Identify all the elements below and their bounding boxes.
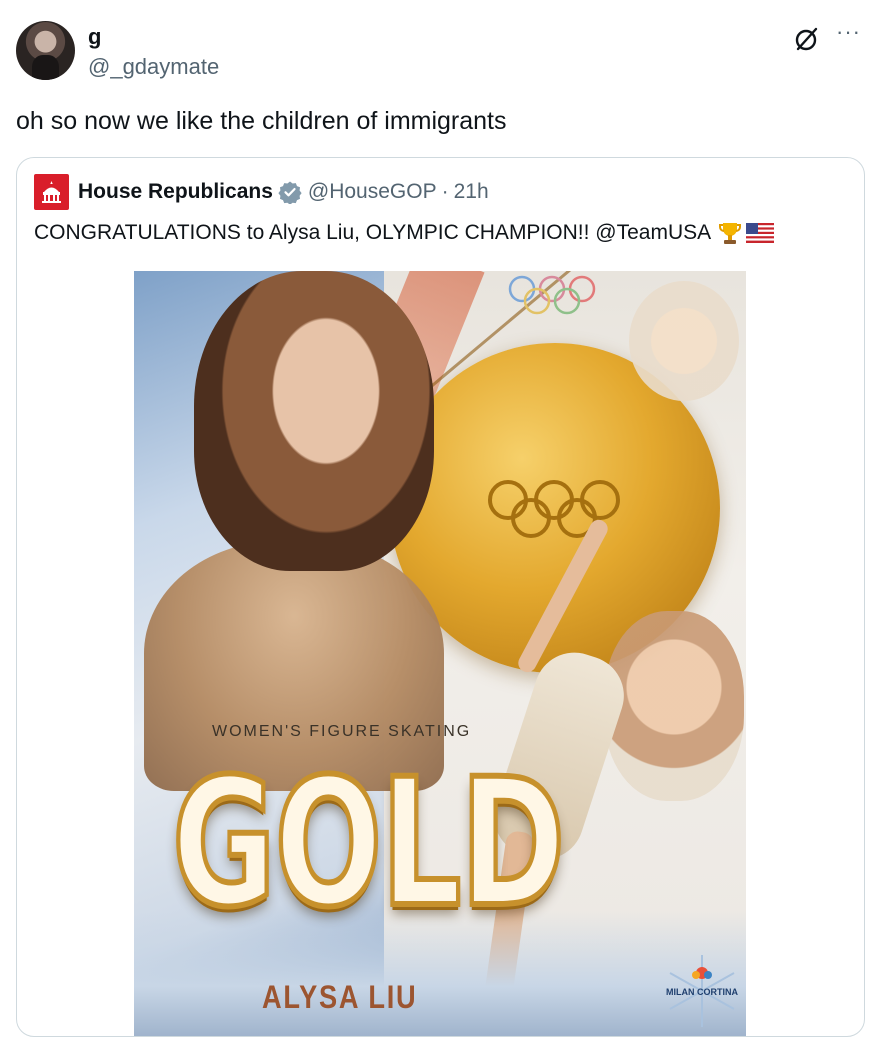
quoted-tweet-card[interactable]: House Republicans @HouseGOP · 21h CONGRA… xyxy=(16,157,865,1037)
tweet-text: oh so now we like the children of immigr… xyxy=(16,107,507,135)
quoted-timestamp[interactable]: 21h xyxy=(454,180,489,204)
us-flag-icon xyxy=(746,223,775,243)
olympic-rings-icon xyxy=(508,275,596,315)
athlete-portrait xyxy=(194,271,434,571)
grok-icon[interactable] xyxy=(794,26,820,52)
quoted-tweet-text: CONGRATULATIONS to Alysa Liu, OLYMPIC CH… xyxy=(34,221,712,244)
quoted-author-name[interactable]: House Republicans xyxy=(78,180,273,204)
tweet-avatar[interactable] xyxy=(16,21,75,80)
poster-headline: GOLD xyxy=(170,738,568,949)
verified-badge-icon xyxy=(278,181,302,204)
poster-athlete-name: ALYSA LIU xyxy=(262,979,418,1015)
quoted-author-handle[interactable]: @HouseGOP xyxy=(308,180,437,204)
quoted-tweet-header: House Republicans @HouseGOP · 21h xyxy=(34,174,489,210)
quoted-tweet-text-row: CONGRATULATIONS to Alysa Liu, OLYMPIC CH… xyxy=(34,220,775,246)
house-republicans-logo[interactable] xyxy=(34,174,69,210)
more-options-icon[interactable]: ··· xyxy=(836,21,866,48)
separator-dot: · xyxy=(441,180,449,203)
author-name[interactable]: g xyxy=(88,24,101,50)
author-handle[interactable]: @_gdaymate xyxy=(88,54,219,80)
milan-cortina-logo-text: MILAN CORTINA xyxy=(666,987,738,997)
trophy-icon xyxy=(719,223,742,244)
gold-medal-poster-image[interactable]: WOMEN'S FIGURE SKATING GOLD ALYSA LIU MI… xyxy=(134,271,746,1036)
